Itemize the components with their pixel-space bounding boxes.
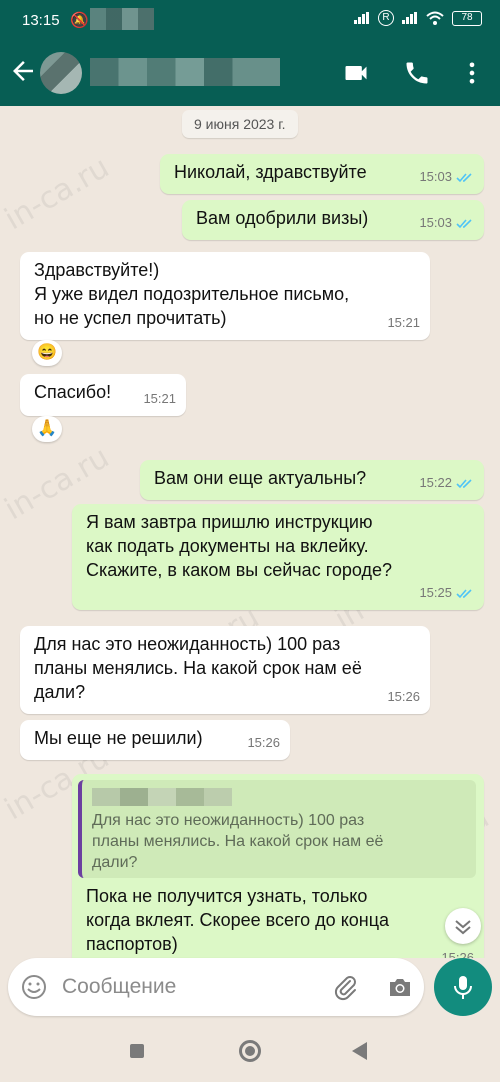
read-ticks-icon bbox=[456, 172, 472, 182]
reaction-emoji[interactable]: 🙏 bbox=[32, 416, 62, 442]
message-line: дали? bbox=[34, 682, 86, 702]
back-arrow-icon[interactable] bbox=[8, 56, 38, 86]
message-line: Для нас это неожиданность) 100 раз bbox=[34, 634, 341, 654]
message-time: 15:21 bbox=[143, 391, 176, 406]
message-time: 15:25 bbox=[419, 585, 452, 600]
attach-icon[interactable] bbox=[330, 972, 360, 1002]
battery-icon: 78 bbox=[452, 10, 482, 26]
status-time: 13:15 bbox=[22, 12, 60, 29]
read-ticks-icon bbox=[456, 588, 472, 598]
message-line: Я вам завтра пришлю инструкцию bbox=[86, 512, 373, 532]
chat-header bbox=[0, 40, 500, 106]
muted-bell-icon: 🔕 bbox=[70, 12, 89, 29]
message-time: 15:03 bbox=[419, 169, 452, 184]
avatar[interactable] bbox=[40, 52, 82, 94]
message-line: как подать документы на вклейку. bbox=[86, 536, 369, 556]
mic-icon bbox=[454, 976, 472, 999]
scroll-to-bottom-button[interactable] bbox=[445, 908, 481, 944]
wifi-icon bbox=[426, 11, 444, 25]
quoted-line: Для нас это неожиданность) 100 раз bbox=[92, 812, 365, 829]
message-text: Вам одобрили визы) bbox=[196, 208, 369, 228]
message-incoming[interactable]: Спасибо! 15:21 bbox=[20, 374, 186, 416]
message-text: Спасибо! bbox=[34, 382, 112, 402]
message-outgoing-reply[interactable]: Для нас это неожиданность) 100 раз планы… bbox=[72, 774, 484, 958]
message-incoming[interactable]: Мы еще не решили) 15:26 bbox=[20, 720, 290, 760]
more-vert-icon[interactable] bbox=[458, 59, 486, 87]
quoted-line: планы менялись. На какой срок нам её bbox=[92, 833, 384, 850]
message-time: 15:26 bbox=[387, 689, 420, 704]
message-line: Скажите, в каком вы сейчас городе? bbox=[86, 560, 393, 580]
message-line: но не успел прочитать) bbox=[34, 308, 227, 328]
message-text: Вам они еще актуальны? bbox=[154, 468, 367, 488]
video-call-icon[interactable] bbox=[342, 59, 370, 87]
message-text: Мы еще не решили) bbox=[34, 728, 203, 748]
message-time: 15:21 bbox=[387, 315, 420, 330]
message-line: планы менялись. На какой срок нам её bbox=[34, 658, 362, 678]
message-line: Пока не получится узнать, только bbox=[86, 886, 368, 906]
message-time: 15:26 bbox=[247, 735, 280, 750]
date-chip: 9 июня 2023 г. bbox=[182, 110, 298, 138]
emoji-icon[interactable] bbox=[20, 973, 48, 1001]
camera-icon[interactable] bbox=[386, 973, 414, 1001]
signal-icon bbox=[354, 12, 370, 24]
quoted-author-blurred bbox=[92, 788, 232, 806]
read-ticks-icon bbox=[456, 218, 472, 228]
message-line: Здравствуйте!) bbox=[34, 260, 160, 280]
back-button[interactable] bbox=[352, 1042, 367, 1060]
contact-name-blurred[interactable] bbox=[90, 58, 280, 86]
watermark: in-ca.ru bbox=[0, 149, 116, 238]
read-ticks-icon bbox=[456, 478, 472, 488]
message-outgoing[interactable]: Я вам завтра пришлю инструкцию как подат… bbox=[72, 504, 484, 610]
message-incoming[interactable]: Для нас это неожиданность) 100 раз планы… bbox=[20, 626, 430, 714]
chat-area[interactable]: in-ca.ru in-ca.ru in-ca.ru in-ca.ru in-c… bbox=[0, 106, 500, 958]
message-time: 15:03 bbox=[419, 215, 452, 230]
message-incoming[interactable]: Здравствуйте!) Я уже видел подозрительно… bbox=[20, 252, 430, 340]
message-input[interactable]: Сообщение bbox=[62, 975, 176, 999]
signal-icon-2 bbox=[402, 12, 418, 24]
blurred-notification-icons bbox=[90, 8, 154, 30]
quoted-message[interactable]: Для нас это неожиданность) 100 раз планы… bbox=[78, 780, 476, 878]
chevron-down-icon bbox=[455, 920, 471, 935]
message-line: когда вклеят. Скорее всего до конца bbox=[86, 910, 390, 930]
home-button[interactable] bbox=[239, 1040, 261, 1062]
phone-icon[interactable] bbox=[403, 59, 431, 87]
reaction-emoji[interactable]: 😄 bbox=[32, 340, 62, 366]
roaming-icon: R bbox=[378, 10, 394, 26]
quoted-line: дали? bbox=[92, 854, 138, 871]
message-outgoing[interactable]: Вам они еще актуальны? 15:22 bbox=[140, 460, 484, 500]
message-input-bar[interactable]: Сообщение bbox=[8, 958, 424, 1016]
status-bar: 13:15 🔕 R 78 bbox=[0, 0, 500, 40]
recents-button[interactable] bbox=[130, 1044, 144, 1058]
message-line: Я уже видел подозрительное письмо, bbox=[34, 284, 350, 304]
message-time: 15:26 bbox=[441, 950, 474, 958]
message-text: Николай, здравствуйте bbox=[174, 162, 367, 182]
mic-button[interactable] bbox=[434, 958, 492, 1016]
system-nav-bar bbox=[0, 1022, 500, 1082]
message-outgoing[interactable]: Николай, здравствуйте 15:03 bbox=[160, 154, 484, 194]
message-time: 15:22 bbox=[419, 475, 452, 490]
message-line: паспортов) bbox=[86, 934, 178, 954]
message-outgoing[interactable]: Вам одобрили визы) 15:03 bbox=[182, 200, 484, 240]
